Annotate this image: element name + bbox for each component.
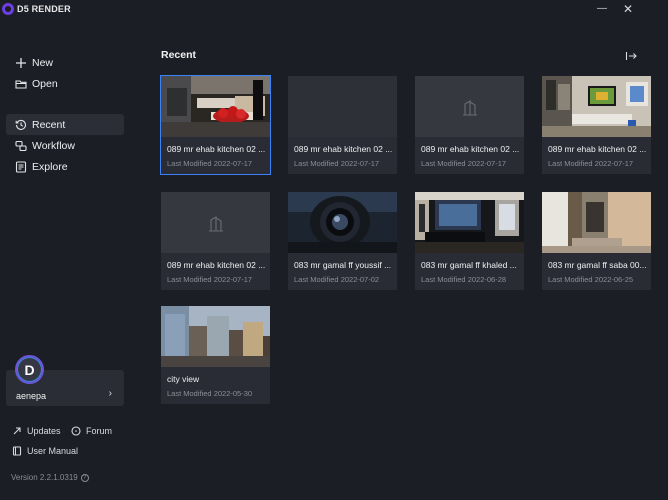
folder-icon (14, 77, 28, 91)
forum-label: Forum (86, 426, 113, 436)
project-name: 089 mr ehab kitchen 02 ... (421, 144, 520, 154)
title-bar: D5 RENDER — ✕ (0, 0, 668, 20)
project-thumbnail (288, 76, 397, 137)
sidebar-item-open[interactable]: Open (6, 73, 124, 94)
project-thumbnail (161, 192, 270, 253)
sidebar-item-recent[interactable]: Recent (6, 114, 124, 135)
workflow-icon (14, 139, 28, 153)
building-placeholder-icon (209, 216, 223, 232)
page-title: Recent (161, 49, 197, 61)
project-card[interactable]: 089 mr ehab kitchen 02 ... Last Modified… (542, 76, 651, 174)
chevron-right-icon: › (108, 388, 112, 399)
project-name: 089 mr ehab kitchen 02 ... (167, 260, 266, 270)
project-thumbnail (415, 192, 524, 253)
username: aenepa (16, 391, 47, 401)
project-card[interactable]: 083 mr gamal ff youssif ... Last Modifie… (288, 192, 397, 290)
project-thumbnail (542, 192, 651, 253)
building-placeholder-icon (463, 100, 477, 116)
project-card[interactable]: 083 mr gamal ff khaled ... Last Modified… (415, 192, 524, 290)
chat-bubble-icon (71, 426, 81, 436)
project-date: Last Modified 2022-07-17 (294, 159, 380, 168)
project-date: Last Modified 2022-07-17 (167, 275, 253, 284)
project-name: 089 mr ehab kitchen 02 ... (294, 144, 393, 154)
sidebar-item-label: Workflow (32, 139, 75, 152)
app-logo-icon (2, 3, 14, 15)
updates-icon (13, 427, 21, 435)
version-label: Version 2.2.1.0319 (11, 473, 78, 482)
user-manual-label: User Manual (27, 446, 79, 456)
version-info: Version 2.2.1.0319 ? (11, 473, 89, 482)
project-date: Last Modified 2022-06-28 (421, 275, 507, 284)
project-card[interactable]: 089 mr ehab kitchen 02 ... Last Modified… (288, 76, 397, 174)
history-icon (14, 118, 28, 132)
project-date: Last Modified 2022-06-25 (548, 275, 634, 284)
project-thumbnail (542, 76, 651, 137)
project-thumbnail (288, 192, 397, 253)
help-icon[interactable]: ? (80, 473, 89, 482)
sidebar-item-new[interactable]: New (6, 52, 124, 73)
explore-icon (14, 160, 28, 174)
updates-link[interactable]: Updates (12, 426, 61, 436)
project-date: Last Modified 2022-07-17 (167, 159, 253, 168)
sidebar-item-label: New (32, 56, 54, 69)
close-button[interactable]: ✕ (620, 2, 636, 16)
avatar[interactable]: D (15, 355, 44, 384)
app-title: D5 RENDER (17, 4, 71, 14)
sidebar-item-explore[interactable]: Explore (6, 156, 124, 177)
project-card[interactable]: 089 mr ehab kitchen 02 ... Last Modified… (415, 76, 524, 174)
project-name: city view (167, 374, 200, 384)
project-name: 089 mr ehab kitchen 02 ... (167, 144, 266, 154)
project-thumbnail (161, 76, 270, 137)
project-thumbnail (161, 306, 270, 367)
project-card[interactable]: 089 mr ehab kitchen 02 ... Last Modified… (160, 75, 271, 175)
user-manual-link[interactable]: User Manual (12, 446, 78, 456)
project-card[interactable]: 089 mr ehab kitchen 02 ... Last Modified… (161, 192, 270, 290)
plus-icon (14, 56, 28, 70)
book-icon (12, 446, 22, 456)
project-date: Last Modified 2022-07-02 (294, 275, 380, 284)
project-card[interactable]: 083 mr gamal ff saba 00... Last Modified… (542, 192, 651, 290)
minimize-button[interactable]: — (594, 2, 610, 16)
project-name: 083 mr gamal ff saba 00... (548, 260, 647, 270)
project-date: Last Modified 2022-05-30 (167, 389, 253, 398)
project-name: 083 mr gamal ff khaled ... (421, 260, 517, 270)
project-date: Last Modified 2022-07-17 (548, 159, 634, 168)
sidebar-item-label: Recent (32, 118, 66, 131)
forum-link[interactable]: Forum (71, 426, 112, 436)
sidebar-item-label: Open (32, 77, 58, 90)
project-thumbnail (415, 76, 524, 137)
project-date: Last Modified 2022-07-17 (421, 159, 507, 168)
sidebar-item-workflow[interactable]: Workflow (6, 135, 124, 156)
logout-icon[interactable] (625, 49, 637, 61)
updates-label: Updates (27, 426, 61, 436)
project-card[interactable]: city view Last Modified 2022-05-30 (161, 306, 270, 404)
project-name: 089 mr ehab kitchen 02 ... (548, 144, 647, 154)
project-name: 083 mr gamal ff youssif ... (294, 260, 392, 270)
sidebar-item-label: Explore (32, 160, 68, 173)
